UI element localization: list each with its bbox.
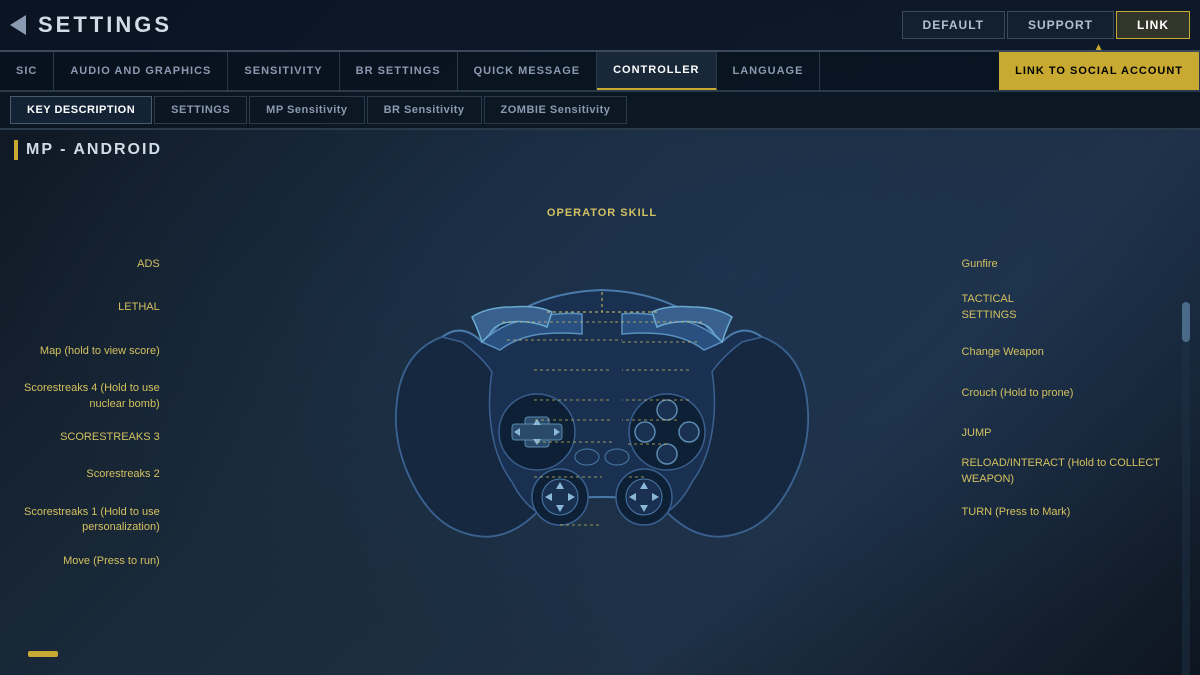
label-gunfire: Gunfire TACTICALSETTINGS Change Weapon C… <box>962 257 1160 521</box>
section-header: MP - ANDROID <box>14 140 1190 160</box>
bottom-indicator <box>28 651 58 657</box>
subtab-mp-sensitivity[interactable]: MP Sensitivity <box>249 96 364 124</box>
tab-sic[interactable]: SIC <box>0 52 54 90</box>
subtab-br-sensitivity[interactable]: BR Sensitivity <box>367 96 482 124</box>
back-button[interactable] <box>10 15 26 35</box>
title-accent-bar <box>14 140 18 160</box>
tab-quick-message[interactable]: QUICK MESSAGE <box>458 52 598 90</box>
controller-image <box>382 262 822 572</box>
subtab-key-description[interactable]: KEY DESCRIPTION <box>10 96 152 124</box>
label-ads: ADS LETHAL Map (hold to view score) Scor… <box>24 257 160 569</box>
tab-sensitivity[interactable]: SENSITIVITY <box>228 52 339 90</box>
section-title-text: MP - ANDROID <box>26 141 162 159</box>
subtab-settings[interactable]: SETTINGS <box>154 96 247 124</box>
back-arrow-icon <box>10 15 26 35</box>
tab-audio-graphics[interactable]: AUDIO AND GRAPHICS <box>54 52 228 90</box>
tab-controller[interactable]: CONTROLLER <box>597 52 716 90</box>
tab-link-social[interactable]: LINK TO SOCIAL ACCOUNT <box>999 52 1200 90</box>
scrollbar[interactable] <box>1182 302 1190 675</box>
nav-tabs: SIC AUDIO AND GRAPHICS SENSITIVITY BR SE… <box>0 52 1200 92</box>
default-button[interactable]: DEFAULT <box>902 11 1005 39</box>
subtab-zombie-sensitivity[interactable]: ZOMBIE Sensitivity <box>484 96 628 124</box>
scrollbar-thumb[interactable] <box>1182 302 1190 342</box>
link-button[interactable]: LINK <box>1116 11 1190 39</box>
main-content: MP - ANDROID <box>0 130 1200 675</box>
label-operator-skill: OPERATOR SKILL <box>547 207 657 219</box>
tab-language[interactable]: LANGUAGE <box>717 52 821 90</box>
sub-tabs: KEY DESCRIPTION SETTINGS MP Sensitivity … <box>0 92 1200 130</box>
controller-diagram: ADS LETHAL Map (hold to view score) Scor… <box>14 172 1190 661</box>
support-button[interactable]: SUPPORT <box>1007 11 1114 39</box>
tab-br-settings[interactable]: BR SETTINGS <box>340 52 458 90</box>
page-title: SETTINGS <box>38 12 172 38</box>
header-buttons: DEFAULT SUPPORT LINK <box>902 11 1190 39</box>
header: SETTINGS DEFAULT SUPPORT LINK <box>0 0 1200 52</box>
